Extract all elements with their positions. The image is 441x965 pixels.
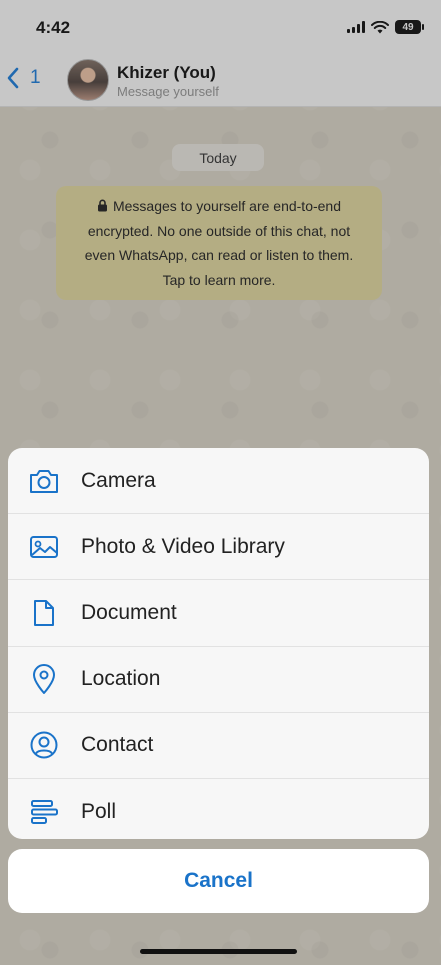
action-camera[interactable]: Camera bbox=[8, 448, 429, 515]
location-pin-icon bbox=[28, 663, 60, 695]
home-indicator[interactable] bbox=[140, 949, 297, 954]
action-document[interactable]: Document bbox=[8, 580, 429, 647]
action-label: Poll bbox=[81, 799, 117, 823]
action-contact[interactable]: Contact bbox=[8, 713, 429, 779]
contact-icon bbox=[28, 729, 60, 761]
attachment-action-sheet: Camera Photo & Video Library Document Lo… bbox=[8, 448, 429, 839]
camera-icon bbox=[28, 465, 60, 497]
action-location[interactable]: Location bbox=[8, 647, 429, 713]
image-icon bbox=[28, 531, 60, 563]
action-photo-video-library[interactable]: Photo & Video Library bbox=[8, 514, 429, 581]
action-label: Photo & Video Library bbox=[81, 534, 285, 558]
poll-icon bbox=[28, 796, 60, 828]
action-label: Camera bbox=[81, 468, 156, 492]
document-icon bbox=[28, 597, 60, 629]
action-label: Document bbox=[81, 600, 177, 624]
action-poll[interactable]: Poll bbox=[8, 779, 429, 839]
action-label: Location bbox=[81, 667, 161, 691]
action-label: Contact bbox=[81, 733, 154, 757]
cancel-button[interactable]: Cancel bbox=[8, 849, 429, 913]
